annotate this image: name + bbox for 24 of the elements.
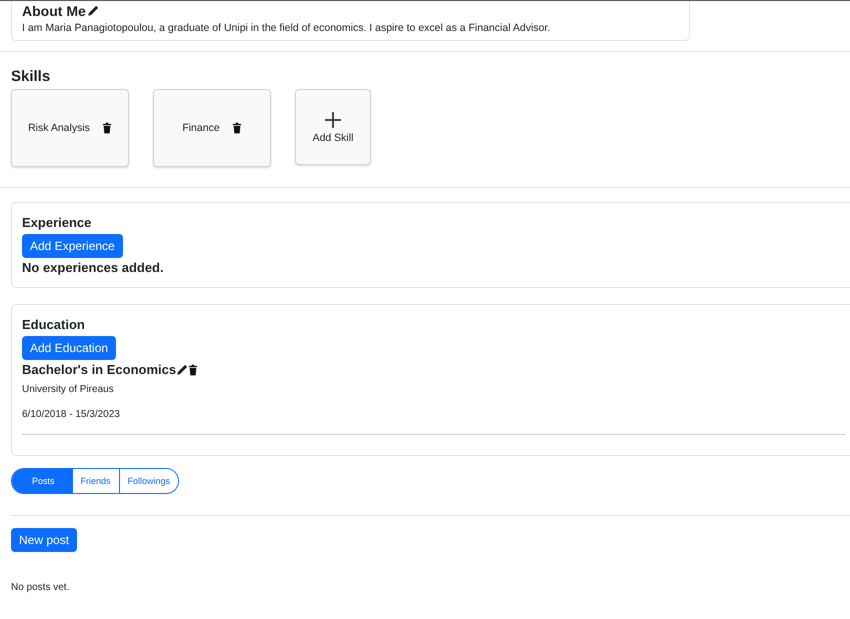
add-experience-button[interactable]: Add Experience: [22, 234, 123, 258]
trash-icon[interactable]: [232, 122, 242, 134]
add-education-button[interactable]: Add Education: [22, 336, 116, 360]
empty-message: No experiences added.: [22, 260, 165, 275]
trash-icon[interactable]: [102, 122, 112, 134]
section-title: Education: [22, 317, 86, 332]
skill-name: Risk Analysis: [28, 122, 90, 134]
section-title: About Me: [22, 3, 86, 19]
degree-title: Bachelor's in Economics: [22, 362, 176, 377]
tab[interactable]: Posts: [12, 469, 72, 493]
pencil-icon[interactable]: [176, 364, 188, 376]
add-skill-button[interactable]: Add Skill: [295, 89, 371, 165]
skill-name: Finance: [182, 122, 220, 134]
empty-message: No posts vet.: [11, 582, 70, 593]
about-text: I am Maria Panagiotopoulou, a graduate of Unipi in the field of economics. I aspire to excel as a Financial Advisor.: [22, 22, 552, 34]
date-range: 6/10/2018 - 15/3/2023: [22, 409, 121, 420]
section-title: Skills: [11, 68, 52, 85]
trash-icon[interactable]: [188, 364, 198, 376]
section-title: Experience: [22, 215, 92, 230]
tab[interactable]: Followings: [118, 469, 178, 493]
plus-icon: [324, 110, 342, 128]
school-name: University of Pireaus: [22, 384, 115, 395]
new-post-button[interactable]: New post: [11, 528, 78, 552]
pencil-icon[interactable]: [86, 5, 99, 17]
